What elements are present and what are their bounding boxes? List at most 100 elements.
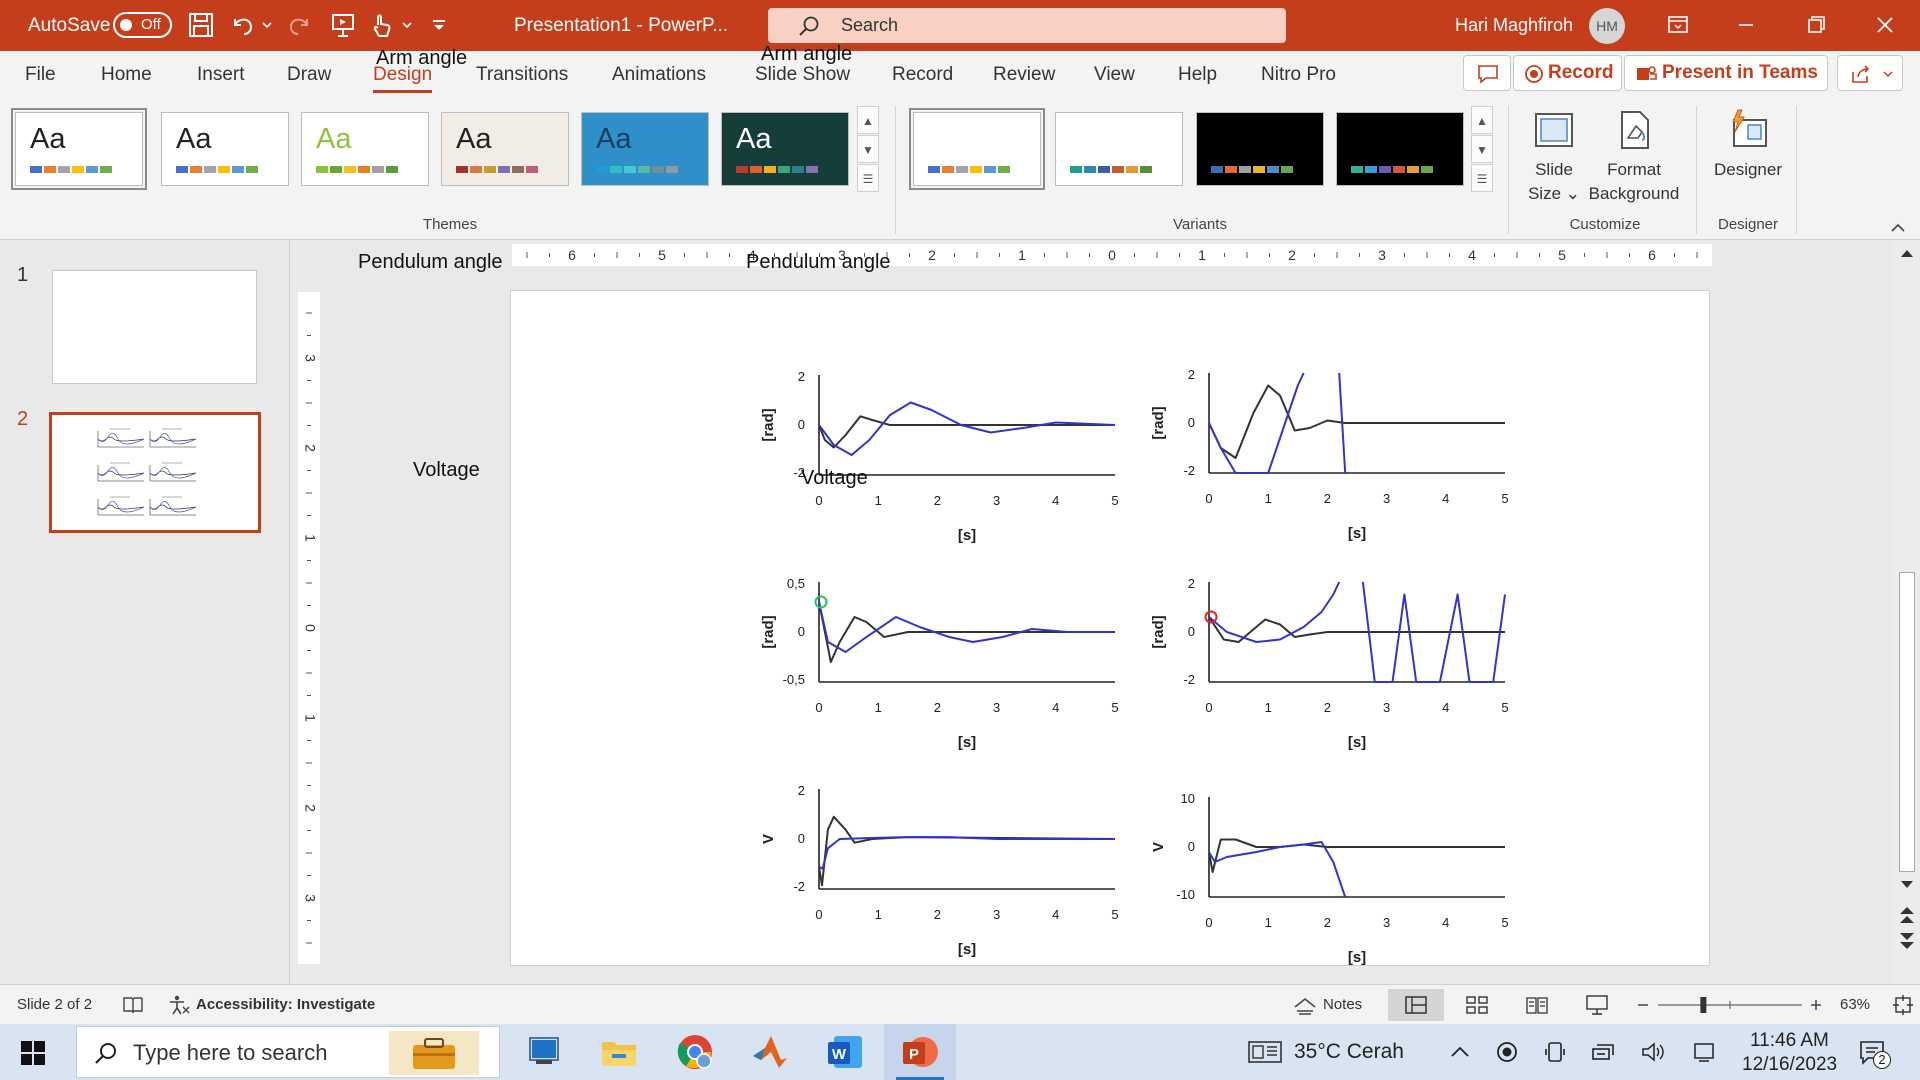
meet-now-icon[interactable] <box>1496 1041 1518 1063</box>
themes-scroll-up[interactable]: ▲ <box>857 106 879 134</box>
chart-title: Voltage <box>413 459 480 481</box>
zoom-out-icon[interactable] <box>1635 995 1651 1015</box>
record-button[interactable]: Record <box>1513 55 1622 91</box>
volume-icon[interactable] <box>1640 1040 1666 1064</box>
scroll-down-icon[interactable] <box>1899 878 1915 892</box>
variants-more-button[interactable]: ☰ <box>1471 164 1493 192</box>
format-background-button[interactable]: Format Background <box>1584 104 1684 212</box>
taskbar-search-box[interactable]: Type here to search <box>76 1026 500 1078</box>
x-tick-label: 5 <box>1111 907 1118 922</box>
input-indicator-icon[interactable] <box>1692 1041 1716 1063</box>
theme-thumbnail[interactable]: Aa <box>581 112 709 186</box>
undo-icon[interactable] <box>229 11 257 39</box>
slide-size-button[interactable]: Slide Size ⌄ <box>1520 104 1588 212</box>
touch-mode-icon[interactable] <box>368 11 396 39</box>
accessibility-status[interactable]: Accessibility: Investigate <box>196 985 375 1025</box>
next-slide-icon[interactable] <box>1898 930 1916 952</box>
save-icon[interactable] <box>187 11 215 39</box>
device-icon[interactable] <box>1544 1040 1566 1064</box>
variants-scroll-down[interactable]: ▼ <box>1471 135 1493 163</box>
slide-canvas[interactable]: Arm angle 2 0 -2 0 1 2 3 4 5 [rad] [s] Arm angle 2 0 -2… <box>358 43 1710 966</box>
tab-transitions[interactable]: Transitions <box>476 51 568 99</box>
minimize-icon[interactable] <box>1731 10 1761 40</box>
tab-insert[interactable]: Insert <box>197 51 245 99</box>
zoom-level[interactable]: 63% <box>1840 985 1870 1025</box>
designer-button[interactable]: Designer <box>1700 104 1796 212</box>
file-explorer-icon[interactable] <box>596 1030 642 1074</box>
powerpoint-taskbar-button[interactable]: P <box>884 1024 956 1080</box>
network-icon[interactable] <box>1590 1041 1616 1063</box>
weather-text[interactable]: 35°C Cerah <box>1294 1024 1404 1080</box>
themes-scroll-down[interactable]: ▼ <box>857 135 879 163</box>
spelling-check-icon[interactable] <box>122 995 144 1015</box>
y-tick-label: 0 <box>798 624 805 639</box>
previous-slide-icon[interactable] <box>1898 904 1916 926</box>
present-from-start-icon[interactable] <box>329 11 357 39</box>
present-in-teams-button[interactable]: Present in Teams <box>1624 55 1828 91</box>
thumb-series <box>149 501 197 513</box>
customize-qat-icon[interactable] <box>428 11 450 39</box>
accessibility-icon[interactable] <box>168 994 190 1016</box>
tab-nitro-pro[interactable]: Nitro Pro <box>1261 51 1336 99</box>
slide-thumbnail-1[interactable] <box>52 270 257 384</box>
touch-dropdown-icon[interactable] <box>400 11 414 39</box>
clock-date[interactable]: 12/16/2023 <box>1742 1054 1837 1076</box>
show-hidden-icons-icon[interactable] <box>1449 1042 1471 1062</box>
chrome-icon[interactable] <box>672 1030 718 1074</box>
avatar[interactable]: HM <box>1589 8 1625 44</box>
tab-help[interactable]: Help <box>1178 51 1217 99</box>
tab-draw[interactable]: Draw <box>287 51 331 99</box>
tab-review[interactable]: Review <box>993 51 1055 99</box>
vertical-scrollbar[interactable] <box>1893 240 1920 984</box>
autosave-toggle[interactable]: Off <box>113 12 172 38</box>
slide-sorter-icon[interactable] <box>1465 995 1489 1015</box>
user-name[interactable]: Hari Maghfiroh <box>1455 0 1573 51</box>
theme-thumbnail[interactable]: Aa <box>441 112 569 186</box>
theme-thumbnail[interactable]: Aa <box>721 112 849 186</box>
task-view-icon[interactable] <box>522 1030 568 1074</box>
zoom-thumb[interactable] <box>1700 997 1707 1013</box>
customize-group-label: Customize <box>1569 216 1641 233</box>
reading-view-icon[interactable] <box>1525 995 1549 1015</box>
slide-show-view-icon[interactable] <box>1585 994 1609 1016</box>
tab-file[interactable]: File <box>25 51 56 99</box>
scroll-up-icon[interactable] <box>1899 246 1915 260</box>
ribbon-tabs: File Home Insert Draw Design Transitions… <box>0 51 1920 99</box>
theme-thumbnail[interactable]: Aa <box>161 112 289 186</box>
zoom-in-icon[interactable] <box>1808 995 1824 1015</box>
variant-thumbnail[interactable] <box>1055 112 1183 186</box>
collapse-ribbon-icon[interactable] <box>1890 221 1906 235</box>
search-box[interactable]: Search <box>768 8 1286 43</box>
variant-thumbnail[interactable] <box>1336 112 1464 186</box>
undo-dropdown-icon[interactable] <box>260 11 274 39</box>
restore-icon[interactable] <box>1801 10 1831 40</box>
tab-home[interactable]: Home <box>101 51 152 99</box>
notes-button[interactable]: Notes <box>1323 985 1362 1025</box>
windows-start-icon[interactable] <box>20 1040 46 1066</box>
redo-icon[interactable] <box>285 11 313 39</box>
ribbon-display-options-icon[interactable] <box>1663 10 1693 40</box>
close-icon[interactable] <box>1870 10 1900 40</box>
zoom-slider[interactable] <box>1654 993 1806 1017</box>
tab-animations[interactable]: Animations <box>612 51 706 99</box>
theme-thumbnail[interactable]: Aa <box>301 112 429 186</box>
clock-time[interactable]: 11:46 AM <box>1750 1030 1829 1052</box>
tab-record[interactable]: Record <box>892 51 953 99</box>
scroll-thumb[interactable] <box>1899 572 1915 872</box>
share-button[interactable] <box>1837 55 1903 91</box>
variants-scroll-up[interactable]: ▲ <box>1471 106 1493 134</box>
word-icon[interactable]: W <box>822 1030 868 1074</box>
y-axis-label: [rad] <box>760 408 777 441</box>
slide-thumbnail-2[interactable] <box>49 412 261 533</box>
comments-button[interactable] <box>1463 55 1511 91</box>
variant-thumbnail[interactable] <box>1196 112 1324 186</box>
tab-view[interactable]: View <box>1094 51 1135 99</box>
fit-to-window-icon[interactable] <box>1892 994 1914 1016</box>
themes-more-button[interactable]: ☰ <box>857 164 879 192</box>
variant-thumbnail[interactable] <box>909 108 1045 190</box>
y-tick-label: 0 <box>1188 839 1195 854</box>
matlab-icon[interactable] <box>747 1030 793 1074</box>
normal-view-button[interactable] <box>1388 989 1444 1021</box>
theme-thumbnail[interactable]: Aa <box>11 108 147 190</box>
weather-icon[interactable] <box>1247 1039 1283 1065</box>
